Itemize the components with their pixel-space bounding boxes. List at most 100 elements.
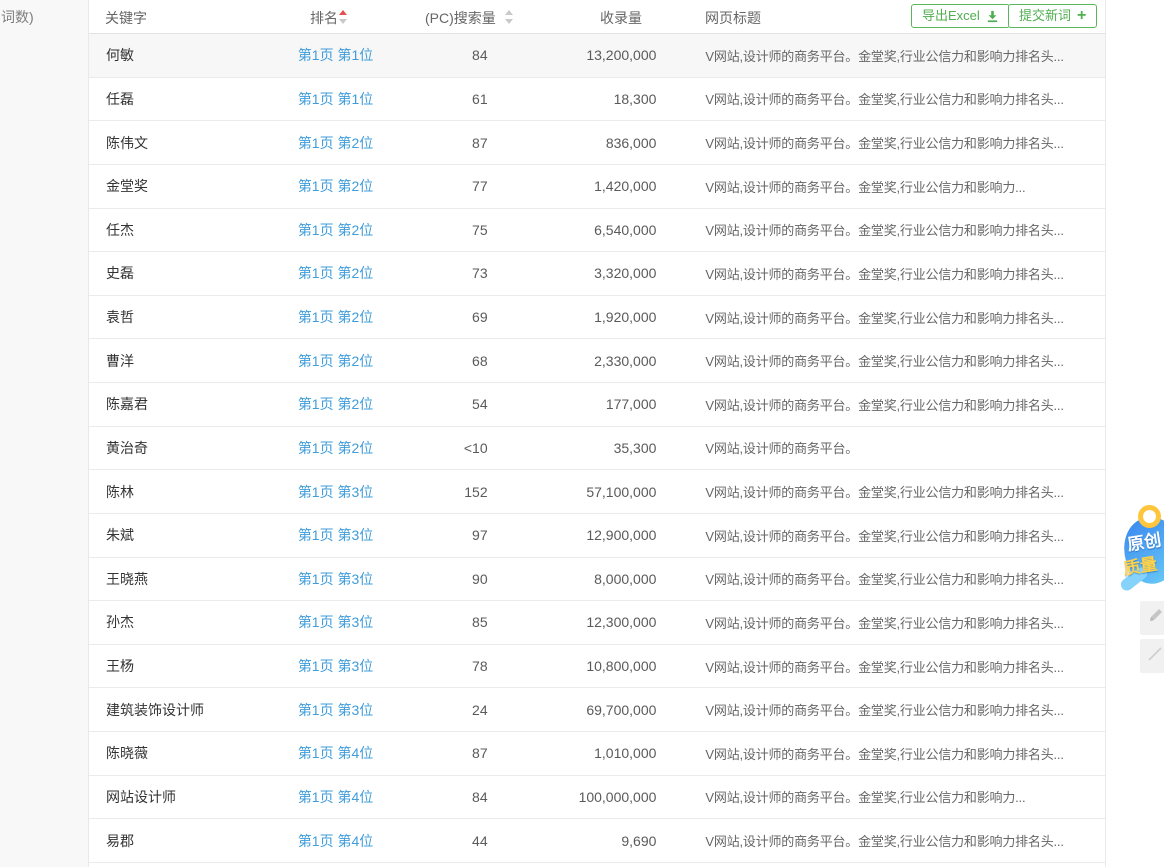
indexed-cell: 1,920,000: [488, 309, 657, 325]
table-row: 易郡 第1页 第4位 44 9,690 V网站,设计师的商务平台。金堂奖,行业公…: [89, 819, 1105, 863]
pc-search-cell: 84: [401, 789, 488, 805]
title-cell: V网站,设计师的商务平台。: [705, 438, 1105, 457]
rank-link[interactable]: 第1页 第2位: [298, 222, 373, 238]
table-row: 曹洋 第1页 第2位 68 2,330,000 V网站,设计师的商务平台。金堂奖…: [89, 339, 1105, 383]
title-cell: V网站,设计师的商务平台。金堂奖,行业公信力和影响力排名头...: [705, 89, 1105, 108]
indexed-cell: 1,420,000: [488, 178, 657, 194]
table-row: 陈晓薇 第1页 第4位 87 1,010,000 V网站,设计师的商务平台。金堂…: [89, 732, 1105, 776]
col-header-indexed: 收录量: [600, 8, 642, 28]
indexed-cell: 10,800,000: [488, 658, 657, 674]
col-header-keyword: 关键字: [105, 8, 147, 28]
title-cell: V网站,设计师的商务平台。金堂奖,行业公信力和影响力排名头...: [705, 395, 1105, 414]
keyword-cell: 金堂奖: [89, 176, 281, 196]
indexed-cell: 13,200,000: [488, 47, 657, 63]
export-excel-button[interactable]: 导出Excel: [911, 4, 1010, 28]
indexed-cell: 1,010,000: [488, 745, 657, 761]
clipped-sidebar-label: 词数): [1, 7, 34, 27]
rank-link[interactable]: 第1页 第2位: [298, 265, 373, 281]
indexed-cell: 18,300: [488, 91, 657, 107]
indexed-cell: 6,540,000: [488, 222, 657, 238]
rank-link[interactable]: 第1页 第1位: [298, 47, 373, 63]
title-cell: V网站,设计师的商务平台。金堂奖,行业公信力和影响力排名头...: [705, 46, 1105, 65]
pc-search-cell: 54: [401, 396, 488, 412]
title-cell: V网站,设计师的商务平台。金堂奖,行业公信力和影响力排名头...: [705, 220, 1105, 239]
pc-search-cell: 85: [401, 614, 488, 630]
table-row: 朱斌 第1页 第3位 97 12,900,000 V网站,设计师的商务平台。金堂…: [89, 514, 1105, 558]
title-cell: V网站,设计师的商务平台。金堂奖,行业公信力和影响力排名头...: [705, 482, 1105, 501]
col-header-rank: 排名: [310, 8, 338, 28]
rank-link[interactable]: 第1页 第3位: [298, 614, 373, 630]
seo-rank-page: 词数) 关键字 排名 (PC)搜索量 收录量 网页标题 导出Excel: [0, 0, 1164, 867]
table-row: 陈伟文 第1页 第2位 87 836,000 V网站,设计师的商务平台。金堂奖,…: [89, 121, 1105, 165]
keyword-cell: 陈嘉君: [89, 394, 281, 414]
rank-cell: 第1页 第2位: [281, 220, 401, 240]
rank-cell: 第1页 第2位: [281, 263, 401, 283]
rank-sort-arrows-icon[interactable]: [339, 10, 347, 24]
keyword-rank-table: 关键字 排名 (PC)搜索量 收录量 网页标题 导出Excel 提交新词 +: [89, 0, 1105, 867]
rank-cell: 第1页 第2位: [281, 133, 401, 153]
rank-link[interactable]: 第1页 第2位: [298, 135, 373, 151]
title-cell: V网站,设计师的商务平台。金堂奖,行业公信力和影响力排名头...: [705, 613, 1105, 632]
pc-search-cell: 152: [401, 484, 488, 500]
rank-cell: 第1页 第3位: [281, 482, 401, 502]
pencil-icon: [1146, 645, 1164, 668]
table-row: 孙杰 第1页 第3位 85 12,300,000 V网站,设计师的商务平台。金堂…: [89, 601, 1105, 645]
rank-link[interactable]: 第1页 第2位: [298, 178, 373, 194]
indexed-cell: 57,100,000: [488, 484, 657, 500]
keyword-cell: 袁哲: [89, 307, 281, 327]
keyword-cell: 陈伟文: [89, 133, 281, 153]
rank-link[interactable]: 第1页 第3位: [298, 658, 373, 674]
title-cell: V网站,设计师的商务平台。金堂奖,行业公信力和影响力...: [705, 177, 1105, 196]
indexed-cell: 836,000: [488, 135, 657, 151]
title-cell: V网站,设计师的商务平台。金堂奖,行业公信力和影响力排名头...: [705, 133, 1105, 152]
indexed-cell: 9,690: [488, 833, 657, 849]
pc-search-cell: 87: [401, 745, 488, 761]
rank-link[interactable]: 第1页 第1位: [298, 91, 373, 107]
rank-link[interactable]: 第1页 第4位: [298, 833, 373, 849]
left-sidebar-clipped: 词数): [0, 0, 88, 867]
rank-link[interactable]: 第1页 第2位: [298, 309, 373, 325]
rank-cell: 第1页 第2位: [281, 307, 401, 327]
table-right-border: [1105, 0, 1106, 867]
title-cell: V网站,设计师的商务平台。金堂奖,行业公信力和影响力...: [705, 787, 1105, 806]
rank-cell: 第1页 第3位: [281, 569, 401, 589]
title-cell: V网站,设计师的商务平台。金堂奖,行业公信力和影响力排名头...: [705, 569, 1105, 588]
rank-cell: 第1页 第4位: [281, 787, 401, 807]
rank-cell: 第1页 第1位: [281, 45, 401, 65]
pc-search-cell: 73: [401, 265, 488, 281]
indexed-cell: 2,330,000: [488, 353, 657, 369]
quality-promo-badge[interactable]: 原创 质量: [1122, 505, 1164, 605]
keyword-cell: 网站设计师: [89, 787, 281, 807]
pc-search-sort-arrows-icon[interactable]: [505, 10, 513, 24]
rank-link[interactable]: 第1页 第4位: [298, 789, 373, 805]
pc-search-cell: 84: [401, 47, 488, 63]
rank-link[interactable]: 第1页 第2位: [298, 353, 373, 369]
rank-link[interactable]: 第1页 第3位: [298, 702, 373, 718]
submit-new-word-button[interactable]: 提交新词 +: [1008, 4, 1097, 28]
title-cell: V网站,设计师的商务平台。金堂奖,行业公信力和影响力排名头...: [705, 831, 1105, 850]
pc-search-cell: 78: [401, 658, 488, 674]
keyword-cell: 王晓燕: [89, 569, 281, 589]
table-row: 袁哲 第1页 第2位 69 1,920,000 V网站,设计师的商务平台。金堂奖…: [89, 296, 1105, 340]
keyword-cell: 陈林: [89, 482, 281, 502]
rank-link[interactable]: 第1页 第4位: [298, 745, 373, 761]
download-icon: [986, 10, 999, 23]
floating-edit-line-button[interactable]: [1140, 639, 1164, 673]
rank-link[interactable]: 第1页 第3位: [298, 571, 373, 587]
pc-search-cell: 44: [401, 833, 488, 849]
pc-search-cell: 24: [401, 702, 488, 718]
title-cell: V网站,设计师的商务平台。金堂奖,行业公信力和影响力排名头...: [705, 526, 1105, 545]
rank-link[interactable]: 第1页 第3位: [298, 527, 373, 543]
title-cell: V网站,设计师的商务平台。金堂奖,行业公信力和影响力排名头...: [705, 657, 1105, 676]
rank-link[interactable]: 第1页 第2位: [298, 396, 373, 412]
indexed-cell: 3,320,000: [488, 265, 657, 281]
rank-link[interactable]: 第1页 第2位: [298, 440, 373, 456]
table-row: 任磊 第1页 第1位 61 18,300 V网站,设计师的商务平台。金堂奖,行业…: [89, 78, 1105, 122]
rank-cell: 第1页 第4位: [281, 831, 401, 851]
floating-edit-button[interactable]: [1140, 601, 1164, 635]
rank-link[interactable]: 第1页 第3位: [298, 484, 373, 500]
rank-cell: 第1页 第3位: [281, 700, 401, 720]
table-row: 王杨 第1页 第3位 78 10,800,000 V网站,设计师的商务平台。金堂…: [89, 645, 1105, 689]
table-row: 陈林 第1页 第3位 152 57,100,000 V网站,设计师的商务平台。金…: [89, 470, 1105, 514]
keyword-cell: 史磊: [89, 263, 281, 283]
